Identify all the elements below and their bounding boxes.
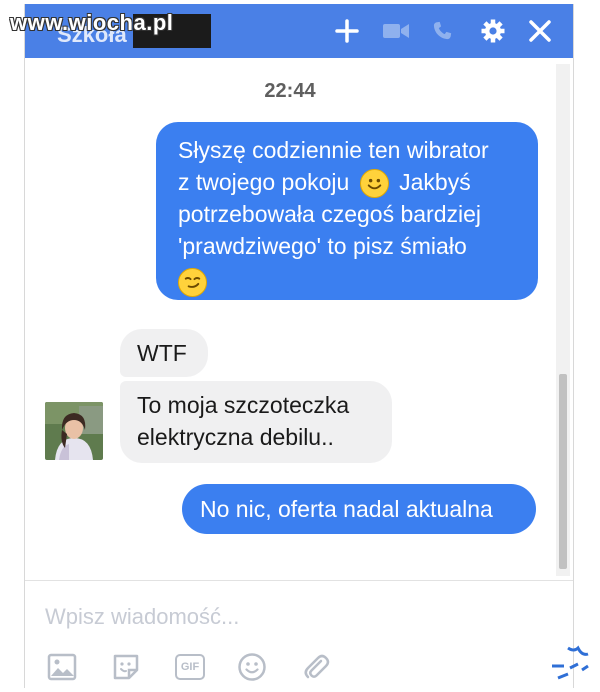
message-line: elektryczna debilu..	[137, 424, 334, 450]
thread-scrollbar[interactable]	[556, 64, 570, 576]
scrollbar-thumb[interactable]	[559, 374, 567, 569]
incoming-message[interactable]: WTF	[120, 329, 208, 377]
watermark: www.wiocha.pl	[10, 10, 174, 35]
composer-divider	[25, 580, 573, 581]
video-camera-icon[interactable]	[379, 14, 413, 48]
message-line: z twojego pokoju	[178, 169, 350, 195]
outgoing-message[interactable]: Słyszę codziennie ten wibrator z twojego…	[156, 122, 538, 300]
message-line: To moja szczoteczka	[137, 392, 350, 418]
gif-icon[interactable]: GIF	[173, 650, 207, 684]
contact-avatar[interactable]	[45, 402, 103, 460]
message-input[interactable]: Wpisz wiadomość...	[45, 604, 239, 630]
message-line: Jakbyś	[399, 169, 471, 195]
photo-icon[interactable]	[45, 650, 79, 684]
smirking-face-icon	[178, 267, 207, 297]
corner-mark-icon	[552, 645, 589, 680]
plus-icon[interactable]	[330, 14, 364, 48]
message-line: Słyszę codziennie ten wibrator	[178, 137, 489, 163]
message-text: No nic, oferta nadal aktualna	[200, 496, 493, 522]
message-timestamp: 22:44	[264, 80, 316, 102]
sticker-icon[interactable]	[109, 650, 143, 684]
gif-label: GIF	[175, 654, 205, 680]
close-icon[interactable]	[523, 14, 557, 48]
incoming-message[interactable]: To moja szczoteczka elektryczna debilu..	[120, 381, 392, 463]
gear-icon[interactable]	[476, 14, 510, 48]
message-line: potrzebowała czegoś bardziej	[178, 201, 482, 228]
emoji-icon[interactable]	[235, 650, 269, 684]
message-thread[interactable]: 22:44 Słyszę codziennie ten wibrator z t…	[25, 58, 573, 580]
chat-window: Szkoła 22:44 Słyszę codziennie ten wibra…	[24, 4, 574, 688]
message-line: 'prawdziwego' to pisz śmiało	[178, 233, 467, 260]
outgoing-message[interactable]: No nic, oferta nadal aktualna	[182, 484, 536, 534]
phone-icon[interactable]	[425, 14, 459, 48]
message-text: WTF	[137, 340, 187, 366]
attachment-icon[interactable]	[299, 650, 333, 684]
smiling-face-icon	[359, 169, 389, 199]
